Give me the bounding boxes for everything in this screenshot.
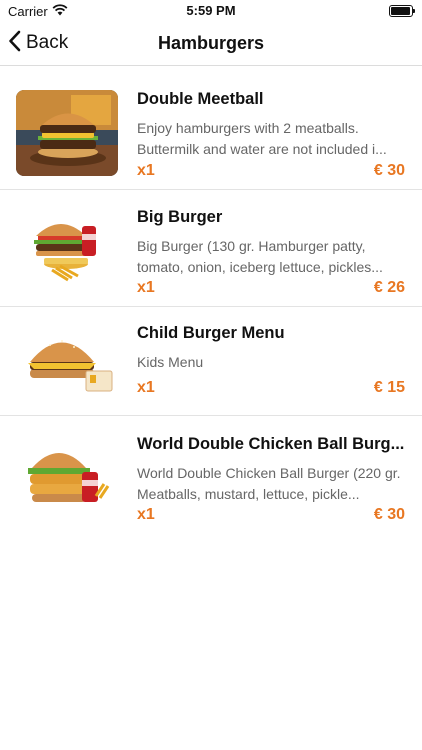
battery-level <box>391 7 410 15</box>
clock: 5:59 PM <box>186 3 236 18</box>
product-price: € 15 <box>373 379 405 396</box>
product-image-child-burger-menu <box>16 319 118 405</box>
product-description: Big Burger (130 gr. Hamburger patty, tom… <box>137 238 383 275</box>
product-price: € 30 <box>373 162 405 179</box>
product-image-big-burger <box>16 206 118 292</box>
product-description: Kids Menu <box>137 354 204 370</box>
product-image-world-double-chicken-ball-burger <box>16 434 118 520</box>
status-bar: Carrier 5:59 PM <box>0 0 422 22</box>
navigation-bar: Back Hamburgers <box>0 22 422 66</box>
product-list: Double Meetball Enjoy hamburgers with 2 … <box>0 66 422 534</box>
list-item[interactable]: Double Meetball Enjoy hamburgers with 2 … <box>0 66 422 190</box>
product-price: € 30 <box>373 506 405 523</box>
product-name: World Double Chicken Ball Burg... <box>137 435 405 453</box>
battery-icon <box>389 5 415 17</box>
product-quantity: x1 <box>137 162 155 179</box>
product-name: Double Meetball <box>137 90 264 108</box>
page-title: Hamburgers <box>157 33 265 53</box>
product-description: Enjoy hamburgers with 2 meatballs. Butte… <box>137 120 387 157</box>
list-item[interactable]: Big Burger Big Burger (130 gr. Hamburger… <box>0 190 422 307</box>
product-image-double-meetball <box>16 90 118 176</box>
product-quantity: x1 <box>137 379 155 396</box>
product-name: Child Burger Menu <box>137 324 285 342</box>
product-description: World Double Chicken Ball Burger (220 gr… <box>137 465 401 502</box>
product-quantity: x1 <box>137 279 155 296</box>
product-price: € 26 <box>373 279 405 296</box>
list-item[interactable]: Child Burger Menu Kids Menu x1 € 15 <box>0 307 422 416</box>
product-quantity: x1 <box>137 506 155 523</box>
list-item[interactable]: World Double Chicken Ball Burg... World … <box>0 416 422 534</box>
product-name: Big Burger <box>137 208 223 226</box>
